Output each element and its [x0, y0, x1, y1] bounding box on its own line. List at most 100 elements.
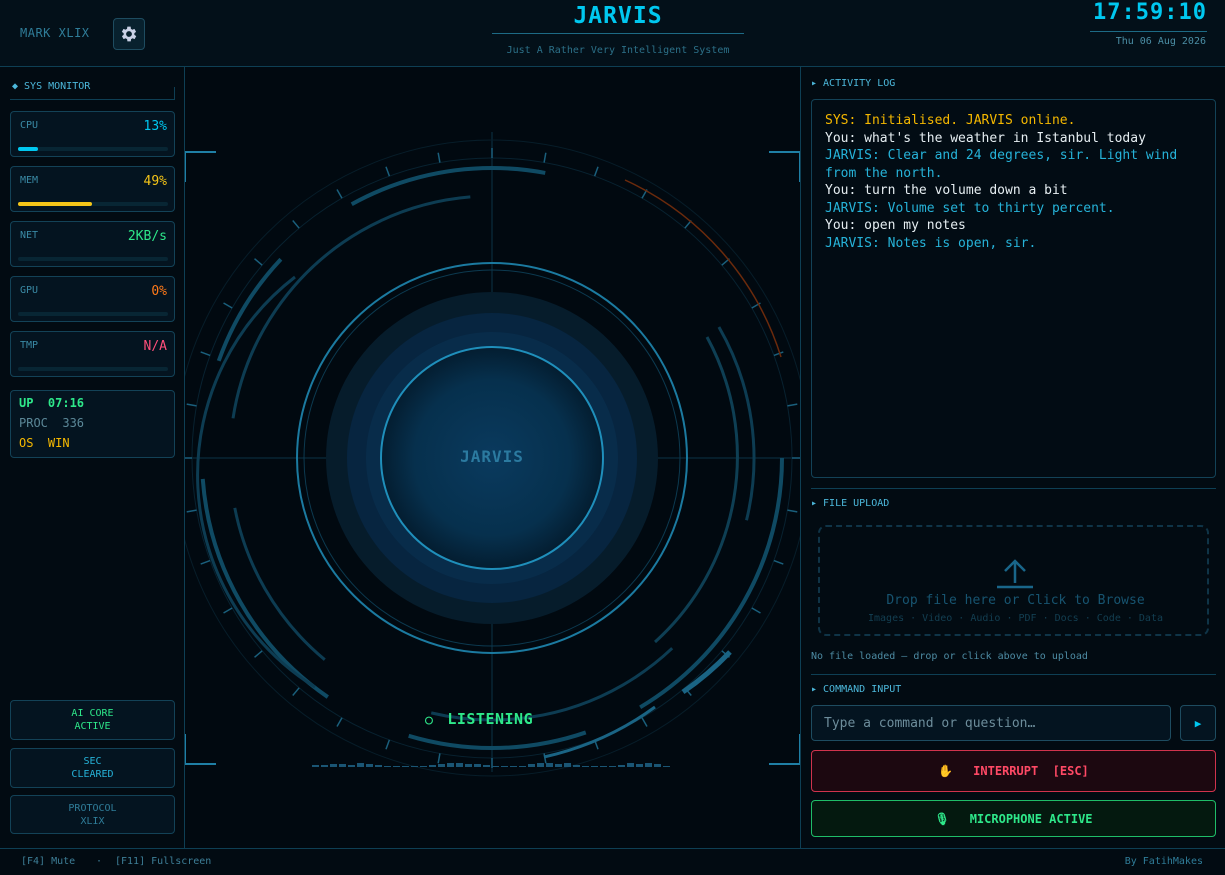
- send-button[interactable]: ▶: [1180, 705, 1216, 741]
- waveform-bar: [456, 763, 463, 767]
- gear-icon: [121, 26, 137, 42]
- waveform-bar: [411, 766, 418, 767]
- reactor-tick: [254, 258, 263, 266]
- settings-button[interactable]: [113, 18, 145, 50]
- metric-value: N/A: [143, 339, 167, 354]
- waveform-bar: [420, 766, 427, 767]
- reactor-tick: [787, 509, 798, 513]
- waveform-bar: [384, 766, 391, 767]
- footer-bar: [F4] Mute · [F11] Fullscreen By FatihMak…: [0, 848, 1225, 875]
- waveform-bar: [357, 763, 364, 767]
- metric-label: TMP: [20, 340, 39, 351]
- reactor-tick: [292, 687, 300, 696]
- heading-divider: [10, 87, 175, 100]
- reactor-tick: [336, 717, 343, 727]
- protocol-status-button[interactable]: PROTOCOL XLIX: [10, 795, 175, 834]
- file-upload-heading: ▸ FILE UPLOAD: [811, 498, 890, 509]
- metric-net: NET 2KB/s: [10, 221, 175, 267]
- proc-row: PROC 336: [19, 416, 84, 430]
- waveform-bar: [465, 764, 472, 767]
- metric-bar-fill: [18, 202, 92, 206]
- interrupt-button[interactable]: ✋ INTERRUPT [ESC]: [811, 750, 1216, 792]
- ai-core-status-button[interactable]: AI CORE ACTIVE: [10, 700, 175, 740]
- status-line: ACTIVE: [74, 721, 111, 732]
- microphone-icon: 🎙: [934, 811, 950, 826]
- metric-gpu: GPU 0%: [10, 276, 175, 322]
- metric-label: GPU: [20, 285, 39, 296]
- metric-tmp: TMP N/A: [10, 331, 175, 377]
- metric-bar: [18, 257, 168, 261]
- metric-mem: MEM 49%: [10, 166, 175, 212]
- waveform-bar: [312, 765, 319, 767]
- file-drop-zone[interactable]: Drop file here or Click to Browse Images…: [818, 525, 1209, 636]
- waveform-bar: [573, 765, 580, 767]
- metric-value: 2KB/s: [127, 229, 167, 244]
- log-entry: SYS: Initialised. JARVIS online.: [825, 113, 1076, 128]
- waveform-bar: [438, 764, 445, 767]
- clock-divider: [1090, 31, 1207, 32]
- log-entry: You: turn the volume down a bit: [825, 183, 1068, 198]
- waveform-bar: [582, 766, 589, 767]
- waveform-bar: [663, 766, 670, 767]
- reactor-tick: [385, 739, 391, 750]
- command-input[interactable]: [811, 705, 1171, 741]
- reactor-tick: [593, 166, 599, 177]
- fullscreen-hint: [F11] Fullscreen: [115, 856, 212, 867]
- status-line: XLIX: [80, 815, 105, 827]
- listening-dot-icon: ○: [425, 713, 434, 728]
- metric-bar: [18, 367, 168, 371]
- section-divider: [811, 674, 1216, 675]
- sec-status-button[interactable]: SEC CLEARED: [10, 748, 175, 788]
- right-panel: ▸ ACTIVITY LOG SYS: Initialised. JARVIS …: [800, 67, 1225, 848]
- status-line: CLEARED: [71, 769, 114, 780]
- proc-label: PROC: [19, 416, 48, 430]
- status-line: AI CORE: [71, 708, 114, 719]
- waveform-bar: [447, 763, 454, 767]
- hint-separator: ·: [96, 856, 103, 867]
- app-subtitle: Just A Rather Very Intelligent System: [506, 45, 730, 56]
- title-divider: [492, 33, 744, 34]
- os-value: WIN: [47, 436, 70, 450]
- log-entry: You: open my notes: [825, 218, 966, 233]
- sys-monitor-panel: ◆ SYS MONITOR CPU 13% MEM 49% NET 2KB/s …: [0, 67, 185, 848]
- reactor-tick: [200, 351, 211, 357]
- log-entry: JARVIS: Clear and 24 degrees, sir. Light…: [825, 148, 1186, 181]
- microphone-label: MICROPHONE ACTIVE: [969, 811, 1093, 826]
- waveform-bar: [375, 765, 382, 767]
- metric-value: 49%: [143, 174, 167, 189]
- core-label: JARVIS: [460, 447, 524, 466]
- waveform-bar: [555, 764, 562, 767]
- reactor-tick: [751, 607, 761, 614]
- waveform-bar: [609, 766, 616, 767]
- section-divider: [811, 488, 1216, 489]
- upload-icon: [997, 559, 1033, 589]
- app-title: JARVIS: [573, 3, 663, 29]
- reactor-tick: [437, 152, 441, 163]
- os-label: OS: [19, 436, 34, 450]
- waveform-bar: [519, 766, 526, 767]
- metric-bar: [18, 147, 168, 151]
- waveform-bar: [483, 765, 490, 767]
- file-status: No file loaded — drop or click above to …: [811, 651, 1088, 662]
- listening-label: LISTENING: [447, 710, 534, 728]
- reactor-tick: [292, 220, 300, 229]
- reactor-tick: [254, 650, 263, 658]
- waveform-bar: [546, 763, 553, 767]
- reactor-tick: [186, 509, 197, 513]
- date: Thu 06 Aug 2026: [1115, 36, 1206, 47]
- log-entry: JARVIS: Notes is open, sir.: [825, 235, 1037, 251]
- microphone-button[interactable]: 🎙 MICROPHONE ACTIVE: [811, 800, 1216, 837]
- log-entry: JARVIS: Volume set to thirty percent.: [825, 200, 1115, 216]
- metric-bar: [18, 312, 168, 316]
- hand-icon: ✋: [938, 764, 954, 778]
- activity-log: SYS: Initialised. JARVIS online. You: wh…: [811, 99, 1216, 478]
- waveform-bar: [636, 764, 643, 767]
- waveform-bar: [348, 765, 355, 767]
- reactor-tick: [787, 403, 798, 407]
- metric-value: 0%: [151, 284, 167, 299]
- supported-file-types: Images · Video · Audio · PDF · Docs · Co…: [867, 613, 1163, 624]
- metric-label: MEM: [20, 175, 39, 186]
- status-line: SEC: [83, 756, 102, 767]
- system-info-box: UP 07:16 PROC 336 OS WIN: [10, 390, 175, 458]
- waveform-bar: [393, 766, 400, 767]
